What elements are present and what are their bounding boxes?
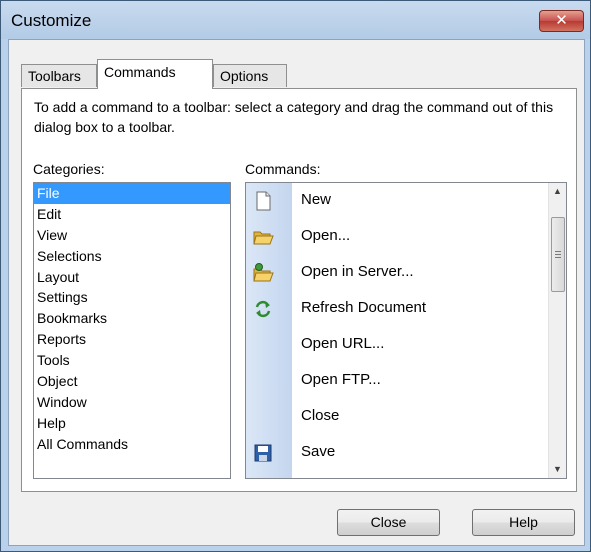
category-item-settings[interactable]: Settings — [34, 287, 230, 308]
close-button[interactable]: Close — [337, 509, 440, 536]
window-title: Customize — [11, 11, 92, 30]
category-item-view[interactable]: View — [34, 225, 230, 246]
command-item-refresh-document[interactable]: Refresh Document — [246, 291, 546, 327]
new-document-icon — [256, 191, 271, 211]
category-item-reports[interactable]: Reports — [34, 329, 230, 350]
grip-line — [555, 257, 561, 258]
tab-commands[interactable]: Commands — [97, 59, 213, 89]
refresh-icon — [255, 300, 271, 318]
close-window-button[interactable]: ✕ — [539, 10, 584, 32]
scroll-thumb[interactable] — [551, 217, 565, 292]
commands-listbox[interactable]: New Open... Open in Server... Refresh Do… — [245, 182, 567, 479]
category-item-bookmarks[interactable]: Bookmarks — [34, 308, 230, 329]
category-item-file[interactable]: File — [34, 183, 230, 204]
category-item-object[interactable]: Object — [34, 371, 230, 392]
commands-label: Commands: — [245, 161, 321, 177]
category-item-tools[interactable]: Tools — [34, 350, 230, 371]
categories-label: Categories: — [33, 161, 105, 177]
open-folder-icon — [253, 231, 274, 245]
customize-dialog: Customize ✕ Toolbars Commands Options To… — [0, 0, 591, 552]
command-item-open-ftp[interactable]: Open FTP... — [246, 363, 546, 399]
title-bar[interactable]: Customize ✕ — [1, 1, 590, 39]
command-item-close[interactable]: Close — [246, 399, 546, 435]
help-button[interactable]: Help — [472, 509, 575, 536]
tab-options[interactable]: Options — [213, 64, 287, 87]
scroll-down-arrow-icon[interactable]: ▼ — [549, 461, 566, 478]
command-label: Open in Server... — [301, 263, 414, 280]
category-item-edit[interactable]: Edit — [34, 204, 230, 225]
commands-tab-panel: To add a command to a toolbar: select a … — [21, 88, 577, 492]
command-label: Close — [301, 407, 340, 424]
category-item-all-commands[interactable]: All Commands — [34, 434, 230, 455]
command-item-open-in-server[interactable]: Open in Server... — [246, 255, 546, 291]
category-item-help[interactable]: Help — [34, 413, 230, 434]
categories-listbox[interactable]: File Edit View Selections Layout Setting… — [33, 182, 231, 479]
open-in-server-icon — [253, 263, 274, 282]
grip-line — [555, 251, 561, 252]
command-label: Open FTP... — [301, 371, 381, 388]
command-label: Open... — [301, 227, 351, 244]
save-icon — [254, 444, 272, 462]
scroll-up-arrow-icon[interactable]: ▲ — [549, 183, 566, 200]
command-label: New — [301, 191, 332, 208]
category-item-layout[interactable]: Layout — [34, 267, 230, 288]
instructions-text: To add a command to a toolbar: select a … — [34, 99, 554, 135]
category-item-selections[interactable]: Selections — [34, 246, 230, 267]
command-item-open-url[interactable]: Open URL... — [246, 327, 546, 363]
command-item-open[interactable]: Open... — [246, 219, 546, 255]
command-label: Save — [301, 443, 336, 460]
command-label: Refresh Document — [301, 299, 427, 316]
tab-toolbars[interactable]: Toolbars — [21, 64, 97, 87]
commands-scrollbar[interactable]: ▲ ▼ — [548, 183, 566, 478]
command-item-save[interactable]: Save — [246, 435, 546, 471]
command-item-new[interactable]: New — [246, 183, 546, 219]
command-label: Open URL... — [301, 335, 385, 352]
category-item-window[interactable]: Window — [34, 392, 230, 413]
dialog-client-area: Toolbars Commands Options To add a comma… — [8, 39, 585, 546]
grip-line — [555, 254, 561, 255]
